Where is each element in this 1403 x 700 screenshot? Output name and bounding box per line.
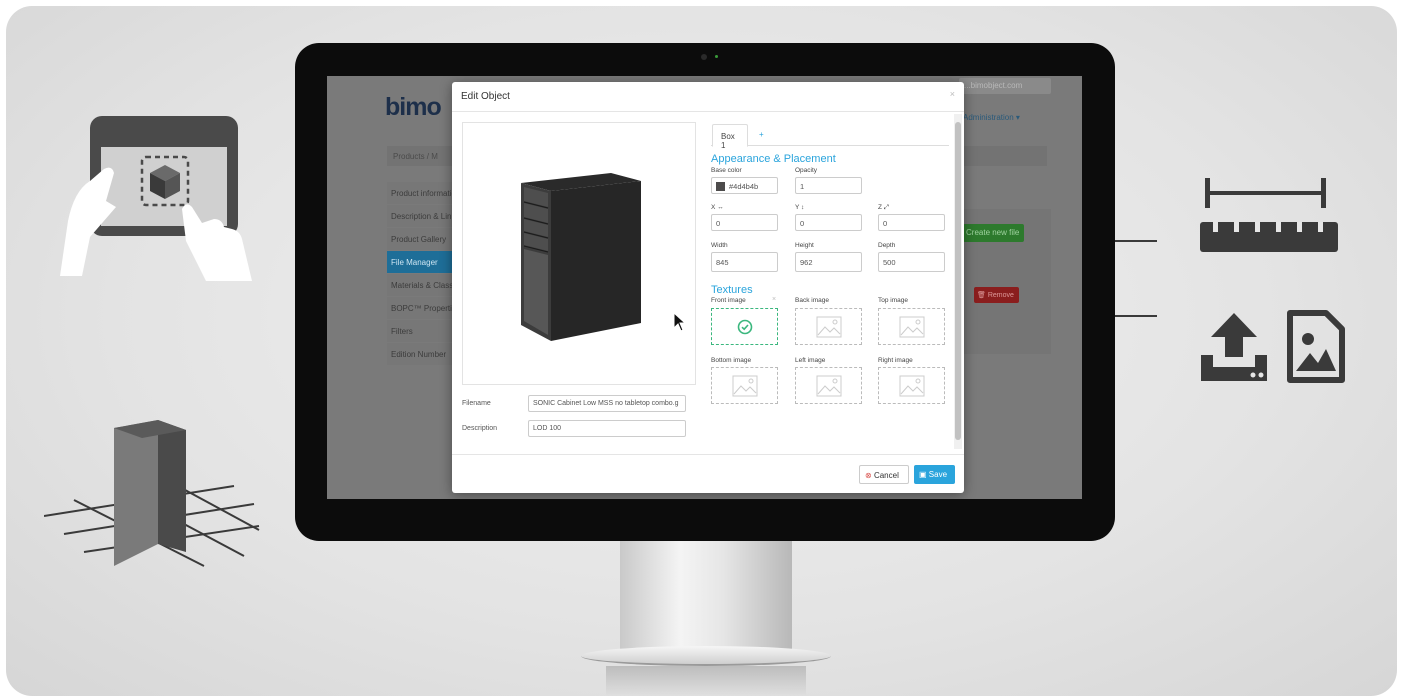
opacity-label: Opacity [795,167,818,174]
3d-preview[interactable] [462,122,696,385]
monitor-base [581,646,831,666]
tab-box-1[interactable]: Box 1 [712,124,748,150]
description-input[interactable]: LOD 100 [528,420,686,437]
top-image-label: Top image [878,297,908,304]
save-icon: ▣ [919,470,927,479]
menu-item-materials[interactable]: Materials & Classification [387,274,453,296]
account-field[interactable]: ...bimobject.com [959,78,1051,94]
back-image-label: Back image [795,297,829,304]
menu-item-description-links[interactable]: Description & Links [387,205,453,227]
scroll-thumb[interactable] [955,122,961,440]
upload-icon [1201,313,1267,381]
bottom-image-label: Bottom image [711,357,752,364]
menu-item-edition-number[interactable]: Edition Number [387,343,453,365]
save-button[interactable]: ▣ Save [914,465,955,484]
base-color-label: Base color [711,167,742,174]
image-placeholder-icon [732,375,758,397]
modal-header: Edit Object × [452,82,964,112]
tablet-touch-icon [60,116,252,281]
right-image-label: Right image [878,357,913,364]
ruler-icon [1200,178,1338,252]
cancel-label: Cancel [873,471,899,480]
menu-item-file-manager[interactable]: File Manager [387,251,453,273]
base-color-input[interactable]: #4d4b4b [711,177,778,194]
front-image-dropzone[interactable] [711,308,778,345]
check-circle-icon [737,319,753,335]
y-label: Y ↕ [795,204,805,211]
top-image-dropzone[interactable] [878,308,945,345]
z-label: Z ⤢ [878,204,889,211]
x-input[interactable]: 0 [711,214,778,231]
textures-title: Textures [711,284,753,296]
image-placeholder-icon [899,375,925,397]
image-placeholder-icon [816,316,842,338]
x-label: X ↔ [711,204,724,211]
edit-object-modal: Edit Object × Filename SONIC Cabinet Low… [452,82,964,493]
base-color-value: #4d4b4b [729,182,759,191]
object-properties: Box 1 + Appearance & Placement Base colo… [711,122,949,404]
filename-label: Filename [462,400,491,407]
side-menu: Product information Description & Links … [387,182,453,366]
webcam [701,54,707,60]
y-input[interactable]: 0 [795,214,862,231]
modal-title: Edit Object [461,91,510,102]
modal-footer: ⊗ Cancel ▣ Save [452,454,964,493]
stand-shadow [606,666,806,696]
description-label: Description [462,425,498,432]
remove-file-button[interactable]: 🗑 Remove [974,287,1019,303]
close-icon[interactable]: × [950,89,955,99]
logo[interactable]: bimo [385,93,442,122]
width-label: Width [711,242,728,249]
opacity-input[interactable]: 1 [795,177,862,194]
scrollbar[interactable] [954,114,962,449]
cancel-icon: ⊗ [865,471,872,480]
filename-input[interactable]: SONIC Cabinet Low MSS no tabletop combo.… [528,395,686,412]
bottom-image-dropzone[interactable] [711,367,778,404]
image-placeholder-icon [816,375,842,397]
front-image-label: Front image [711,297,746,304]
menu-item-bopc-properties[interactable]: BOPC™ Properties [387,297,453,319]
appearance-title: Appearance & Placement [711,153,836,165]
back-image-dropzone[interactable] [795,308,862,345]
left-image-label: Left image [795,357,826,364]
create-new-file-button[interactable]: Create new file [963,224,1024,242]
hero-card: bimo ...bimobject.com Administration ▾ P… [6,6,1397,696]
height-input[interactable]: 962 [795,252,862,272]
z-input[interactable]: 0 [878,214,945,231]
remove-front-image-icon[interactable]: × [772,296,776,303]
depth-label: Depth [878,242,896,249]
administration-menu[interactable]: Administration ▾ [963,113,1020,122]
width-input[interactable]: 845 [711,252,778,272]
monitor: bimo ...bimobject.com Administration ▾ P… [295,43,1115,541]
screen: bimo ...bimobject.com Administration ▾ P… [327,76,1082,499]
color-swatch [716,182,725,191]
3d-box-grid-icon [44,420,260,567]
menu-item-product-information[interactable]: Product information [387,182,453,204]
save-label: Save [928,470,948,479]
depth-input[interactable]: 500 [878,252,945,272]
monitor-stand [620,541,792,659]
image-placeholder-icon [899,316,925,338]
menu-item-filters[interactable]: Filters [387,320,453,342]
add-box-button[interactable]: + [759,130,764,139]
height-label: Height [795,242,814,249]
menu-item-product-gallery[interactable]: Product Gallery [387,228,453,250]
right-image-dropzone[interactable] [878,367,945,404]
left-image-dropzone[interactable] [795,367,862,404]
cancel-button[interactable]: ⊗ Cancel [859,465,909,484]
webcam-led [715,55,718,58]
box-tabs: Box 1 + [711,122,949,150]
cabinet-model [521,173,641,341]
mouse-cursor-icon [673,312,687,332]
image-file-icon [1287,310,1345,383]
